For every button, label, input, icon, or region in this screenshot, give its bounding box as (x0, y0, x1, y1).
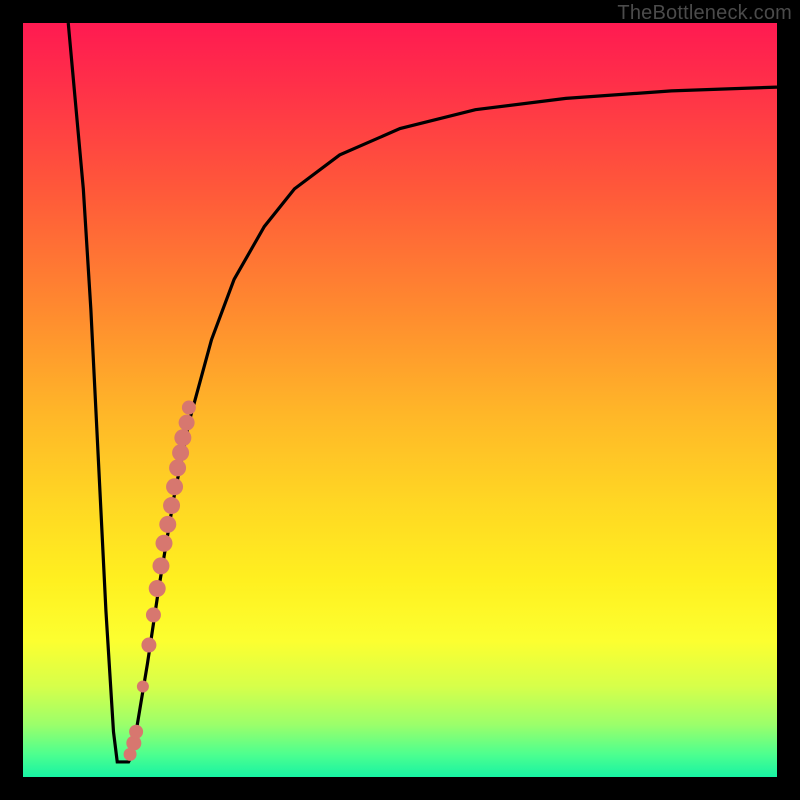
highlighted-dot (137, 681, 149, 693)
chart-overlay (23, 23, 777, 777)
highlighted-dot (146, 607, 161, 622)
highlighted-dot (129, 725, 143, 739)
chart-frame: TheBottleneck.com (0, 0, 800, 800)
highlighted-dots-group (124, 401, 196, 761)
watermark-text: TheBottleneck.com (617, 2, 792, 25)
highlighted-dot (163, 497, 180, 514)
highlighted-dot (149, 580, 166, 597)
highlighted-dot (179, 415, 195, 431)
highlighted-dot (159, 516, 176, 533)
highlighted-dot (182, 401, 196, 415)
highlighted-dot (174, 429, 191, 446)
highlighted-dot (156, 535, 173, 552)
highlighted-dot (152, 557, 169, 574)
highlighted-dot (166, 478, 183, 495)
highlighted-dot (141, 638, 156, 653)
highlighted-dot (169, 459, 186, 476)
bottleneck-curve (68, 23, 777, 762)
highlighted-dot (172, 444, 189, 461)
